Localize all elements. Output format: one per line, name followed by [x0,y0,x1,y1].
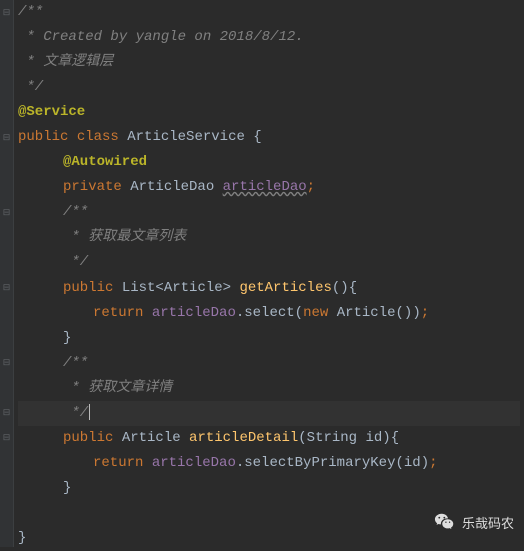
method-name: getArticles [239,280,331,296]
method-call: selectByPrimaryKey [244,455,395,471]
method-call: select [244,305,294,321]
keyword: public [63,430,113,446]
type: ArticleDao [130,179,214,195]
params: (String id) [298,430,390,446]
keyword: public [63,280,113,296]
annotation: @Service [18,104,85,120]
comment: */ [63,254,88,270]
wechat-icon [434,511,456,533]
keyword: public [18,129,68,145]
dot: . [236,305,244,321]
comment: /** [63,204,88,220]
constructor: Article() [337,305,413,321]
brace: { [391,430,399,446]
comment: /** [18,4,43,20]
fold-marker[interactable]: ⊟ [0,351,13,376]
field: articleDao [152,305,236,321]
semicolon: ; [421,305,429,321]
keyword: return [93,455,143,471]
dot: . [236,455,244,471]
keyword: class [77,129,119,145]
fold-marker[interactable]: ⊟ [0,426,13,451]
comment: * 文章逻辑层 [18,54,113,70]
watermark: 乐哉码农 [434,511,514,533]
comment: */ [63,405,88,421]
type: List<Article> [122,280,231,296]
keyword: private [63,179,122,195]
comment: /** [63,355,88,371]
class-name: ArticleService [127,129,245,145]
parens: () [332,280,349,296]
fold-marker[interactable]: ⊟ [0,0,13,25]
watermark-text: 乐哉码农 [462,513,514,532]
keyword: return [93,305,143,321]
gutter: ⊟ ⊟ ⊟ ⊟ ⊟ ⊟ ⊟ [0,0,14,547]
method-name: articleDetail [189,430,298,446]
brace: } [18,530,26,546]
paren: ) [412,305,420,321]
code-editor[interactable]: ⊟ ⊟ ⊟ ⊟ ⊟ ⊟ ⊟ /** * Created by yangle on… [0,0,524,547]
fold-marker[interactable]: ⊟ [0,200,13,225]
brace: } [63,480,71,496]
brace: } [63,330,71,346]
text-cursor [89,404,90,420]
fold-marker[interactable]: ⊟ [0,401,13,426]
comment: * Created by yangle on 2018/8/12. [18,29,304,45]
brace: { [349,280,357,296]
code-area[interactable]: /** * Created by yangle on 2018/8/12. * … [14,0,524,547]
fold-marker[interactable]: ⊟ [0,276,13,301]
paren: ( [295,305,303,321]
comment: * 获取文章详情 [63,380,172,396]
keyword: new [303,305,328,321]
comment: */ [18,79,43,95]
comment: * 获取最文章列表 [63,229,186,245]
semicolon: ; [429,455,437,471]
type: Article [122,430,181,446]
semicolon: ; [307,179,315,195]
field: articleDao [152,455,236,471]
field: articleDao [223,179,307,195]
annotation: @Autowired [63,154,147,170]
brace: { [253,129,261,145]
fold-marker[interactable]: ⊟ [0,125,13,150]
args: (id) [395,455,429,471]
